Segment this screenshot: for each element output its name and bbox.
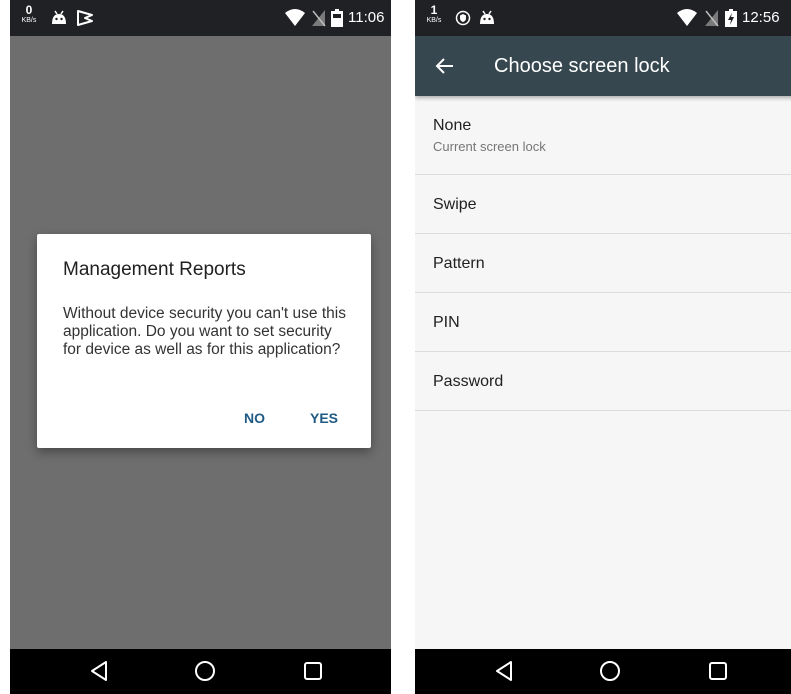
no-button[interactable]: NO bbox=[244, 410, 265, 426]
option-summary: Current screen lock bbox=[433, 139, 546, 154]
android-icon bbox=[50, 9, 68, 32]
recents-square-icon[interactable] bbox=[302, 660, 324, 687]
option-label: Pattern bbox=[433, 255, 485, 272]
lock-option-pattern[interactable]: Pattern bbox=[415, 234, 791, 293]
option-label: Swipe bbox=[433, 196, 477, 213]
page-title: Choose screen lock bbox=[494, 55, 670, 77]
option-label: None bbox=[433, 117, 472, 134]
left-screen: 0 KB/s 11:06 Management Reports Without … bbox=[10, 0, 391, 694]
status-bar: 1 KB/s 12:56 bbox=[415, 0, 791, 36]
option-label: PIN bbox=[433, 314, 460, 331]
shield-icon bbox=[455, 9, 471, 32]
dialog-message: Without device security you can't use th… bbox=[63, 305, 346, 358]
back-triangle-icon[interactable] bbox=[88, 660, 110, 687]
security-dialog: Management Reports Without device securi… bbox=[37, 234, 371, 448]
battery-charging-icon bbox=[725, 9, 737, 32]
option-label: Password bbox=[433, 373, 504, 390]
home-circle-icon[interactable] bbox=[599, 660, 621, 687]
lock-option-none[interactable]: None Current screen lock bbox=[415, 96, 791, 175]
recents-square-icon[interactable] bbox=[707, 660, 729, 687]
play-flag-icon bbox=[76, 9, 94, 32]
arrow-left-icon[interactable] bbox=[435, 56, 455, 81]
status-time: 12:56 bbox=[742, 9, 780, 26]
net-speed-value: 1 bbox=[430, 3, 438, 17]
net-speed: 0 KB/s bbox=[18, 4, 40, 24]
right-screen: 1 KB/s 12:56 Choose screen lock None Cur… bbox=[415, 0, 791, 694]
net-speed-value: 0 bbox=[25, 3, 33, 17]
net-speed: 1 KB/s bbox=[423, 4, 445, 24]
status-time: 11:06 bbox=[348, 9, 385, 26]
nav-bar bbox=[10, 649, 391, 694]
nav-bar bbox=[415, 649, 791, 694]
net-speed-unit: KB/s bbox=[426, 17, 442, 24]
lock-option-password[interactable]: Password bbox=[415, 352, 791, 411]
wifi-icon bbox=[677, 9, 697, 32]
battery-icon bbox=[331, 9, 343, 32]
lock-option-pin[interactable]: PIN bbox=[415, 293, 791, 352]
status-bar: 0 KB/s 11:06 bbox=[10, 0, 391, 36]
lock-option-swipe[interactable]: Swipe bbox=[415, 175, 791, 234]
no-sim-icon bbox=[703, 9, 719, 32]
wifi-icon bbox=[285, 9, 305, 32]
yes-button[interactable]: YES bbox=[310, 410, 338, 426]
android-icon bbox=[478, 9, 496, 32]
net-speed-unit: KB/s bbox=[21, 17, 37, 24]
back-triangle-icon[interactable] bbox=[493, 660, 515, 687]
no-sim-icon bbox=[310, 9, 326, 32]
dialog-title: Management Reports bbox=[63, 259, 246, 280]
app-bar: Choose screen lock bbox=[415, 36, 791, 96]
home-circle-icon[interactable] bbox=[194, 660, 216, 687]
